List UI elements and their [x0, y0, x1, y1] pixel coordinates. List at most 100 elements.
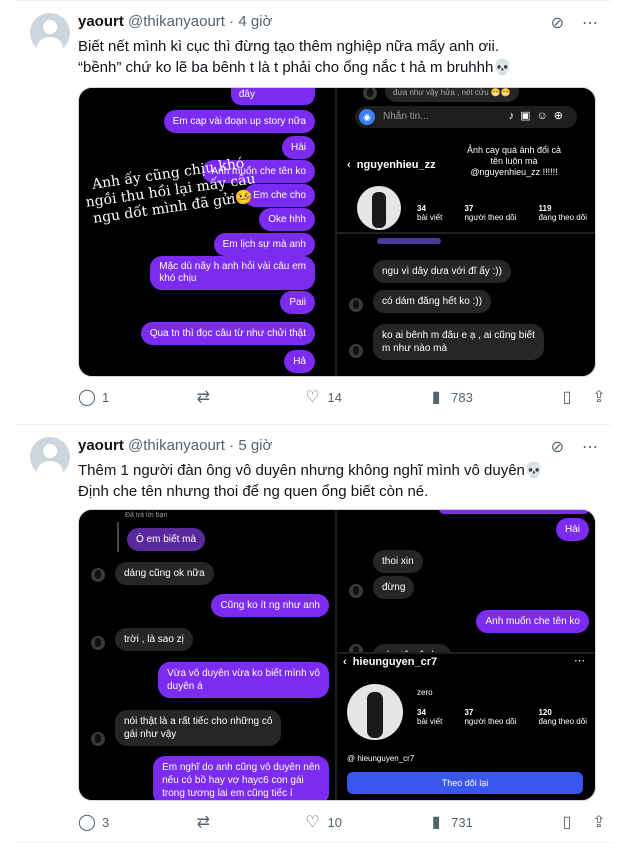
like-button[interactable]: ♡ 14 [304, 387, 342, 407]
reply-preview [377, 238, 441, 244]
chat-bubble: Em cap vài đoạn up story nữa [163, 110, 315, 133]
media-image-left[interactable]: Đã trả lời bạn Ò em biết mà dáng cũng ok… [79, 510, 335, 800]
back-icon[interactable]: ‹ [343, 656, 347, 668]
author-name[interactable]: yaourt [78, 437, 124, 454]
tweet-media[interactable]: Đã trả lời bạn Ò em biết mà dáng cũng ok… [78, 509, 596, 801]
bookmark-icon[interactable]: ▯ [558, 387, 576, 407]
reply-line [117, 522, 119, 552]
follow-back-button[interactable]: Theo dõi lại [347, 772, 583, 794]
chat-bubble-partial [159, 376, 319, 377]
camera-icon[interactable]: ◉ [359, 109, 375, 125]
chat-bubble: dáng cũng ok nữa [115, 562, 214, 585]
chat-bubble: đừng [373, 576, 415, 599]
media-image-right-top[interactable]: Hài thoi xin đừng Anh muốn che tên ko ch… [337, 510, 595, 652]
like-icon: ♡ [305, 814, 320, 831]
tweet-header: yaourt @thikanyaourt · 5 giờ [78, 437, 272, 455]
view-count: 783 [451, 389, 473, 405]
reply-count: 1 [102, 389, 110, 405]
media-image-right-bottom[interactable]: ngu vì dây dưa với đĩ ấy :)) có dám đăng… [337, 234, 595, 376]
avatar [349, 644, 363, 652]
retweet-icon: ⇄ [196, 389, 211, 406]
reply-button[interactable]: ◯ 3 [78, 812, 109, 832]
stat-followers[interactable]: 37 người theo dõi [464, 204, 516, 222]
header-icons: ⊘ ⋯ [551, 437, 598, 457]
author-name[interactable]: yaourt [78, 13, 124, 30]
stat-following[interactable]: 120 đang theo dõi [538, 708, 587, 726]
media-image-left[interactable]: đây Em cap vài đoạn up story nữa Hài Anh… [79, 88, 335, 377]
views-icon: ▮ [431, 814, 441, 831]
separator-dot: · [229, 437, 235, 454]
chat-bubble: thoi xin [373, 550, 423, 573]
avatar [91, 732, 105, 746]
chat-bubble: Hả [284, 350, 315, 373]
profile-stats: 34 bài viết 37 người theo dõi 119 đang theo… [417, 204, 587, 222]
views-button[interactable]: ▮ 731 [427, 812, 473, 832]
stat-following[interactable]: 119 đang theo dõi [538, 204, 587, 222]
chat-bubble: ngu vì dây dưa với đĩ ấy :)) [373, 260, 511, 283]
profile-bio: zero [417, 688, 433, 697]
profile-avatar [357, 186, 401, 230]
author-handle[interactable]: @thikanyaourt [128, 13, 225, 30]
timestamp[interactable]: 4 giờ [238, 13, 272, 30]
chat-bubble: có dám đăng hết ko :)) [373, 290, 492, 313]
reply-icon: ◯ [78, 389, 96, 406]
tweet-text: Biết nết mình kì cục thì đừng tạo thêm n… [78, 36, 512, 78]
stat-posts[interactable]: 34 bài viết [417, 204, 442, 222]
views-button[interactable]: ▮ 783 [427, 387, 473, 407]
chat-bubble: Hài [281, 136, 315, 159]
retweet-button[interactable]: ⇄ [194, 387, 218, 407]
back-icon[interactable]: ‹ [347, 159, 351, 171]
bookmark-icon[interactable]: ▯ [558, 812, 576, 832]
views-icon: ▮ [431, 389, 441, 406]
chat-bubble: Em lịch sự mà anh [213, 233, 315, 256]
tweet[interactable]: yaourt @thikanyaourt · 5 giờ ⊘ ⋯ Thêm 1 … [14, 425, 612, 843]
like-count: 14 [327, 389, 342, 405]
share-icon[interactable]: ⇪ [590, 387, 608, 407]
avatar[interactable] [30, 13, 70, 53]
tweet-media[interactable]: đây Em cap vài đoạn up story nữa Hài Anh… [78, 87, 596, 377]
threads-link[interactable]: @ hieunguyen_cr7 [347, 754, 414, 763]
tweet-text-line: Định che tên nhưng thoi để ng quen ổng b… [78, 483, 429, 500]
like-button[interactable]: ♡ 10 [304, 812, 342, 832]
more-icon[interactable]: ⋯ [582, 437, 598, 457]
overlay-caption: Anh ấy cũng chịu khó ngồi thu hồi lại mấ… [84, 155, 257, 227]
reply-button[interactable]: ◯ 1 [78, 387, 109, 407]
chat-bubble: đây [230, 88, 315, 105]
more-icon[interactable]: ⋯ [574, 654, 585, 667]
media-image-right-bottom[interactable]: ‹ hieunguyen_cr7 ⋯ zero 34 bài viết 37 ngư… [337, 654, 595, 800]
more-icon[interactable]: ⋯ [582, 13, 598, 33]
grok-icon[interactable]: ⊘ [551, 437, 564, 457]
chat-bubble: Em nghĩ do anh cũng vô duyên nên nếu có … [153, 756, 329, 800]
timestamp[interactable]: 5 giờ [238, 437, 272, 454]
composer-icons[interactable]: ♪▣☺⊕ [509, 109, 569, 122]
stat-followers[interactable]: 37 người theo dõi [464, 708, 516, 726]
threads-icon: @ [347, 754, 356, 763]
chat-bubble: nói thật là a rất tiếc cho những cô gái … [115, 710, 282, 746]
avatar[interactable] [30, 437, 70, 477]
share-icon[interactable]: ⇪ [590, 812, 608, 832]
chat-bubble: Oke hhh [259, 208, 315, 231]
avatar [91, 568, 105, 582]
reply-icon: ◯ [78, 814, 96, 831]
grok-icon[interactable]: ⊘ [551, 13, 564, 33]
chat-bubble: Vừa vô duyên vừa ko biết mình vô duyên á [158, 662, 329, 698]
tweet-end-actions: ▯ ⇪ [558, 387, 608, 407]
like-icon: ♡ [305, 389, 320, 406]
tweet-header: yaourt @thikanyaourt · 4 giờ [78, 13, 272, 31]
media-image-right-top[interactable]: đưa như vậy hửa , nét cửu 😁😁 ◉ Nhắn tin.… [337, 88, 595, 232]
profile-username: hieunguyen_cr7 [352, 656, 438, 668]
chat-bubble: Ò em biết mà [127, 528, 206, 551]
tweet[interactable]: yaourt @thikanyaourt · 4 giờ ⊘ ⋯ Biết nế… [14, 0, 612, 425]
tweet-actions: ◯ 1 ⇄ ♡ 14 ▮ 783 ▯ ⇪ [78, 387, 608, 407]
tweet-actions: ◯ 3 ⇄ ♡ 10 ▮ 731 ▯ ⇪ [78, 812, 608, 832]
message-input[interactable]: ◉ Nhắn tin... ♪▣☺⊕ [355, 106, 577, 128]
stat-posts[interactable]: 34 bài viết [417, 708, 442, 726]
reply-count: 3 [102, 814, 110, 830]
retweet-button[interactable]: ⇄ [194, 812, 218, 832]
profile-header: ‹ nguyenhieu_zz [347, 159, 436, 171]
chat-bubble: Cũng ko ít ng như anh [211, 594, 329, 617]
profile-username: nguyenhieu_zz [356, 159, 436, 171]
author-handle[interactable]: @thikanyaourt [128, 437, 225, 454]
avatar [349, 344, 363, 358]
chat-bubble: ko ai bênh m đâu e ạ , ai cũng biết m nh… [373, 324, 544, 360]
